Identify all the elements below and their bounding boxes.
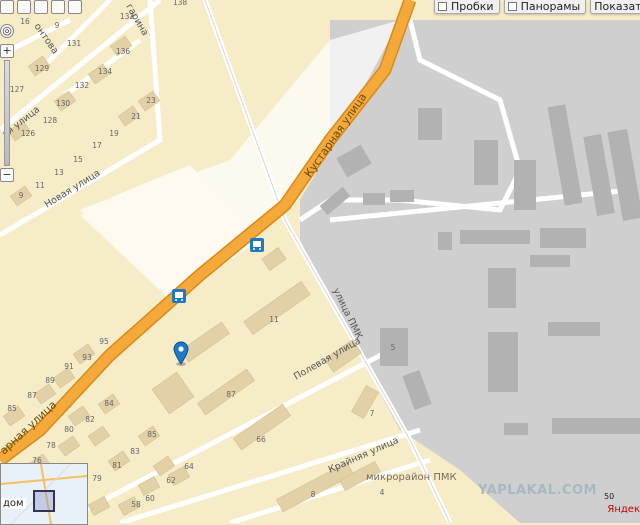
house-number: 130 bbox=[56, 99, 71, 108]
traffic-label: Пробки bbox=[451, 0, 494, 13]
house-number: 58 bbox=[131, 500, 141, 509]
house-number: 78 bbox=[46, 441, 56, 450]
show-label: Показать bbox=[594, 0, 640, 13]
house-number: 4 bbox=[380, 488, 385, 497]
house-number: 79 bbox=[92, 474, 102, 483]
pan-control-icon[interactable]: ◎ bbox=[0, 24, 14, 38]
bus-stop-icon[interactable] bbox=[172, 289, 186, 303]
minimap-viewport[interactable] bbox=[33, 490, 55, 512]
route-icon[interactable] bbox=[68, 0, 82, 14]
house-number: 87 bbox=[27, 391, 37, 400]
house-number: 13 bbox=[54, 168, 64, 177]
house-number: 16 bbox=[20, 17, 30, 26]
traffic-icon bbox=[438, 2, 447, 11]
house-number: 11 bbox=[269, 315, 279, 324]
house-number: 128 bbox=[43, 116, 58, 125]
house-number: 81 bbox=[112, 461, 122, 470]
map-toolbar: Пробки Панорамы Показать bbox=[434, 0, 640, 14]
house-number: 93 bbox=[82, 353, 92, 362]
bus-stop-icon[interactable] bbox=[250, 238, 264, 252]
house-number: 7 bbox=[370, 409, 375, 418]
house-number: 23 bbox=[146, 96, 156, 105]
house-number: 85 bbox=[7, 404, 17, 413]
house-number: 84 bbox=[104, 399, 114, 408]
house-number: 66 bbox=[256, 435, 266, 444]
zoom-in-button[interactable]: + bbox=[0, 44, 14, 58]
scale-label: 50 bbox=[604, 492, 615, 501]
house-number: 9 bbox=[19, 191, 24, 200]
house-number: 17 bbox=[92, 141, 102, 150]
house-number: 62 bbox=[166, 476, 176, 485]
house-number: 80 bbox=[64, 425, 74, 434]
magnifier-icon[interactable] bbox=[51, 0, 65, 14]
hand-tool-icon[interactable] bbox=[0, 0, 14, 14]
house-number: 89 bbox=[45, 376, 55, 385]
house-number: 131 bbox=[67, 39, 82, 48]
house-number: 95 bbox=[99, 337, 109, 346]
map-tools bbox=[0, 0, 82, 14]
zoom-control: ◎ + − bbox=[0, 24, 14, 182]
house-number: 8 bbox=[311, 490, 316, 499]
house-number: 83 bbox=[130, 447, 140, 456]
minimap-home-label: дом bbox=[1, 498, 26, 509]
house-number: 136 bbox=[116, 47, 131, 56]
house-number: 85 bbox=[147, 430, 157, 439]
house-number: 91 bbox=[64, 362, 74, 371]
house-number: 87 bbox=[226, 390, 236, 399]
panoramas-label: Панорамы bbox=[520, 0, 581, 13]
house-number: 19 bbox=[109, 129, 119, 138]
traffic-button[interactable]: Пробки bbox=[434, 0, 500, 14]
zoom-slider[interactable] bbox=[4, 60, 10, 166]
brand-logo: Яндек bbox=[607, 504, 640, 515]
house-number: 60 bbox=[145, 494, 155, 503]
house-number: 64 bbox=[184, 462, 194, 471]
panoramas-button[interactable]: Панорамы bbox=[503, 0, 587, 14]
minimap[interactable]: дом bbox=[0, 463, 88, 525]
house-number: 132 bbox=[75, 81, 90, 90]
house-number: 138 bbox=[173, 0, 188, 7]
zoom-area-icon[interactable] bbox=[17, 0, 31, 14]
zoom-out-button[interactable]: − bbox=[0, 168, 14, 182]
house-number: 82 bbox=[85, 415, 95, 424]
panorama-icon bbox=[507, 2, 517, 11]
show-button[interactable]: Показать bbox=[590, 0, 640, 14]
district-label: микрорайон ПМК bbox=[366, 472, 457, 483]
house-number: 129 bbox=[35, 64, 50, 73]
house-number: 21 bbox=[131, 112, 141, 121]
house-number: 11 bbox=[35, 181, 45, 190]
house-number: 9 bbox=[55, 21, 60, 30]
house-number: 126 bbox=[21, 129, 36, 138]
house-number: 15 bbox=[73, 155, 83, 164]
house-number: 134 bbox=[98, 67, 113, 76]
watermark: YAPLAKAL.COM bbox=[478, 483, 597, 498]
house-number: 5 bbox=[391, 343, 396, 352]
map-canvas[interactable]: 138 133 16 9 131 136 129 134 127 132 130… bbox=[0, 0, 640, 523]
ruler-icon[interactable] bbox=[34, 0, 48, 14]
